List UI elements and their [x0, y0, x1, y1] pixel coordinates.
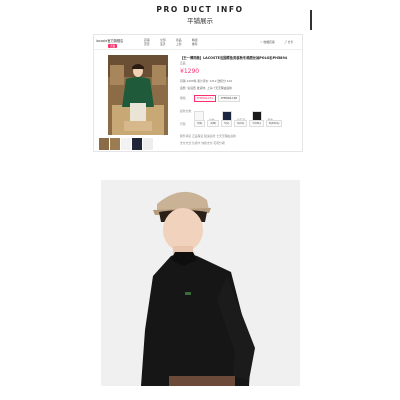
nav-item-featured[interactable]: 精选 推荐 [192, 38, 198, 46]
sales-info: 月销 1290件 累计评价 1312 送积分 129 [180, 79, 232, 83]
size-option[interactable]: 6(XL) [234, 120, 248, 127]
size-option[interactable]: 3(S) [194, 120, 206, 127]
thumbnail-strip [99, 138, 153, 150]
payment-info: 支付方式 信用卡 快捷支付 花呗分期 [180, 141, 225, 145]
product-card: lacoste官方旗舰店 天猫 店铺 首页 全部 宝贝 新品 上新 精选 推荐 … [93, 34, 303, 152]
share-icon: ⤴ [284, 40, 287, 44]
store-badge: 天猫 [108, 44, 118, 48]
service-info: 服务承诺 正品保证 极速退款 七天无理由退换 [180, 134, 236, 138]
nav-label: 推荐 [192, 42, 198, 46]
share-link[interactable]: ⤴ 分享 [284, 40, 293, 44]
product-title: 【王一博同款】LACOSTE法国鳄鱼男装秋冬棉质长袖POLO衫PH5894 [180, 56, 288, 60]
thumbnail[interactable] [132, 138, 142, 150]
size-option[interactable]: 5(L) [221, 120, 233, 127]
nav-item-home[interactable]: 店铺 首页 [144, 38, 150, 46]
thumbnail[interactable] [143, 138, 153, 150]
section-title: PRO DUCT INFO [156, 5, 244, 14]
size-option[interactable]: 7(XXL) [249, 120, 264, 127]
size-options: 3(S) 4(M) 5(L) 6(XL) 7(XXL) 8(XXXL) [194, 120, 283, 127]
share-label: 分享 [287, 40, 294, 44]
thumbnail[interactable] [99, 138, 109, 150]
scrollbar[interactable] [310, 10, 312, 30]
shipping-info: 运费: 免运费 发货地: 上海 7天无理由退换 [180, 86, 232, 90]
store-topbar: lacoste官方旗舰店 天猫 店铺 首页 全部 宝贝 新品 上新 精选 推荐 … [94, 35, 302, 50]
nav-label: 上新 [176, 42, 182, 46]
thumbnail[interactable] [110, 138, 120, 150]
size-label: 尺码 [180, 122, 186, 126]
product-main-photo[interactable] [108, 55, 168, 135]
product-price: ¥1290 [180, 68, 200, 75]
spec-option[interactable]: PH5894-166 [218, 95, 241, 102]
model-photo [101, 180, 300, 386]
thumbnail[interactable] [121, 138, 131, 150]
size-option[interactable]: 4(M) [207, 120, 220, 127]
favorite-label: 收藏店铺 [263, 40, 275, 44]
color-label: 颜色分类 [180, 109, 192, 113]
product-tag: 正品 [180, 61, 186, 65]
spec-option[interactable]: PH5894-031 [194, 95, 217, 102]
nav-item-new[interactable]: 新品 上新 [176, 38, 182, 46]
store-name[interactable]: lacoste官方旗舰店 [96, 38, 123, 43]
nav-item-all[interactable]: 全部 宝贝 [160, 38, 166, 46]
size-option[interactable]: 8(XXXL) [265, 120, 283, 127]
section-subtitle: 平铺展示 [187, 17, 213, 25]
nav-label: 首页 [144, 42, 150, 46]
nav-label: 宝贝 [160, 42, 166, 46]
favorite-store-link[interactable]: ♡ 收藏店铺 [260, 40, 275, 44]
spec-label: 规格 [180, 96, 186, 100]
